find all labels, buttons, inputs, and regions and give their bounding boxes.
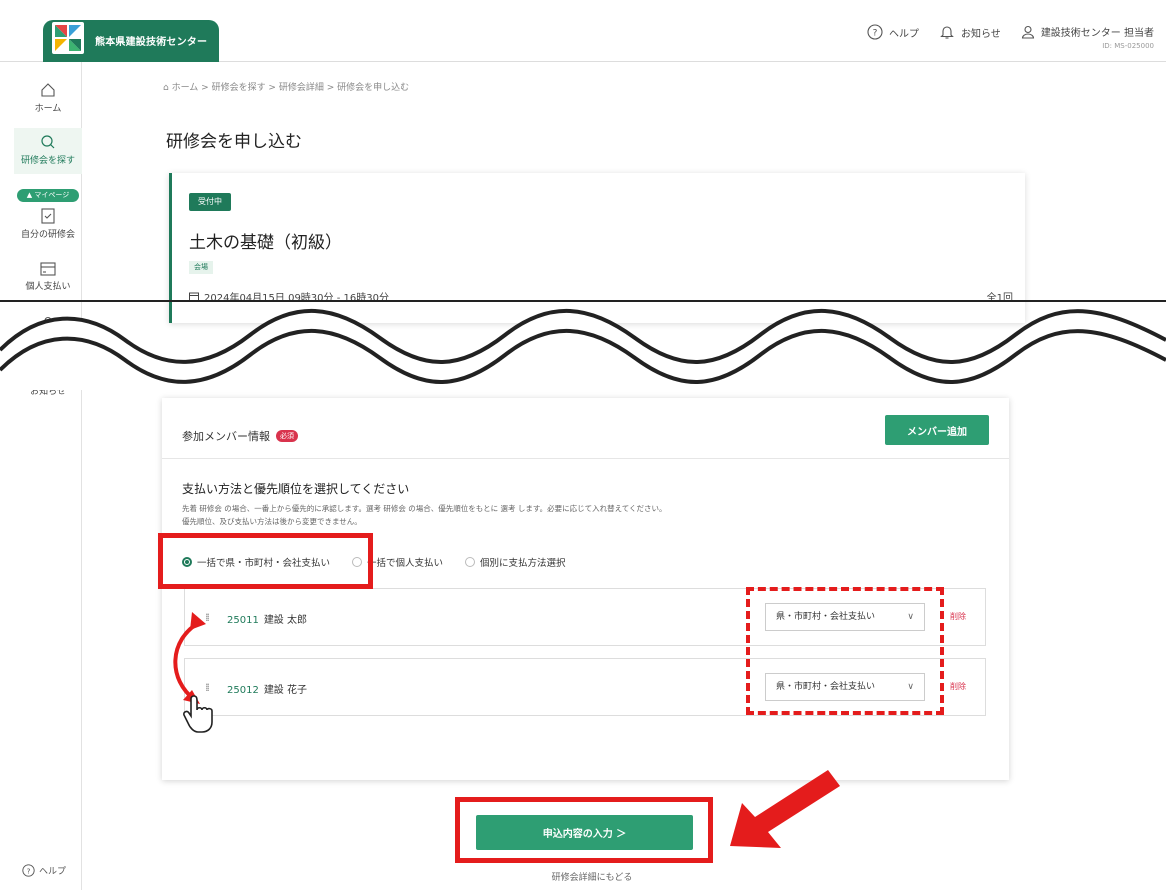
sidebar-item-search[interactable]: 研修会を探す xyxy=(14,128,82,174)
notifications-label: お知らせ xyxy=(961,28,1001,40)
header-actions: ? ヘルプ お知らせ 建設技術センター 担当者 ID: MS-025000 xyxy=(867,24,1154,50)
back-to-detail-link[interactable]: 研修会詳細にもどる xyxy=(0,870,1166,883)
mypage-toggle[interactable]: ▲ マイページ xyxy=(17,189,79,202)
page-break-wave xyxy=(0,300,1166,390)
card-icon xyxy=(40,262,56,276)
home-icon: ⌂ xyxy=(163,83,172,93)
payment-description-line-1: 先着 研修会 の場合、一番上から優先的に承認します。選考 研修会 の場合、優先順… xyxy=(182,504,667,513)
sidebar-label-home: ホーム xyxy=(34,104,62,114)
page-title: 研修会を申し込む xyxy=(166,132,302,152)
divider xyxy=(162,458,1009,459)
delete-link[interactable]: 削除 xyxy=(950,681,966,692)
member-name: 25012 建設 花子 xyxy=(227,681,307,696)
sidebar-label-personal-payment: 個人支払い xyxy=(25,282,71,292)
radio-label: 一括で個人支払い xyxy=(367,558,444,569)
drag-handle-icon[interactable]: ⁞⁞ xyxy=(205,681,210,694)
venue-tag: 会場 xyxy=(189,261,213,274)
help-icon: ? xyxy=(867,24,883,40)
member-id[interactable]: 25012 xyxy=(227,685,259,696)
user-name: 建設技術センター 担当者 xyxy=(1040,28,1154,39)
payment-description-line-2: 優先順位、及び支払い方法は後から変更できません。 xyxy=(182,517,362,526)
payment-heading: 支払い方法と優先順位を選択してください xyxy=(182,482,410,496)
sidebar-item-home[interactable]: ホーム xyxy=(14,82,82,124)
members-title: 参加メンバー情報 必須 xyxy=(182,428,298,444)
required-badge: 必須 xyxy=(276,430,298,442)
search-icon xyxy=(41,135,55,149)
top-header: 熊本県建設技術センター ? ヘルプ お知らせ 建設技術センター 担当者 ID: … xyxy=(0,0,1166,62)
bell-icon xyxy=(940,26,954,39)
add-member-button[interactable]: メンバー追加 xyxy=(885,415,989,445)
annotation-highlight-radio xyxy=(158,533,373,589)
annotation-highlight-payment-selects xyxy=(746,587,944,715)
drag-handle-icon[interactable]: ⁞⁞ xyxy=(205,611,210,624)
annotation-highlight-submit xyxy=(455,797,713,863)
radio-individual[interactable]: 個別に支払方法選択 xyxy=(465,555,566,569)
brand-logo-icon[interactable] xyxy=(52,22,84,54)
members-title-text: 参加メンバー情報 xyxy=(182,430,270,443)
pointer-arrow-icon xyxy=(730,770,840,848)
breadcrumb-text: ホーム > 研修会を探す > 研修会詳細 > 研修会を申し込む xyxy=(171,83,410,93)
payment-description: 先着 研修会 の場合、一番上から優先的に承認します。選考 研修会 の場合、優先順… xyxy=(182,502,902,528)
member-id[interactable]: 25011 xyxy=(227,615,259,626)
breadcrumb[interactable]: ⌂ ホーム > 研修会を探す > 研修会詳細 > 研修会を申し込む xyxy=(163,80,409,93)
member-name: 25011 建設 太郎 xyxy=(227,611,307,626)
brand-name[interactable]: 熊本県建設技術センター xyxy=(95,33,207,48)
sidebar-label-search: 研修会を探す xyxy=(20,156,75,166)
radio-dot xyxy=(465,557,476,567)
member-name-text: 建設 花子 xyxy=(263,685,307,696)
radio-label: 個別に支払方法選択 xyxy=(480,558,566,569)
delete-link[interactable]: 削除 xyxy=(950,611,966,622)
user-icon xyxy=(1021,25,1034,39)
member-name-text: 建設 太郎 xyxy=(263,615,307,626)
svg-text:?: ? xyxy=(873,29,878,39)
help-label: ヘルプ xyxy=(889,28,919,40)
user-id: ID: MS-025000 xyxy=(1102,42,1154,50)
notifications-link[interactable]: お知らせ xyxy=(939,24,1001,40)
clipboard-check-icon xyxy=(41,208,55,224)
sidebar-item-my-courses[interactable]: 自分の研修会 xyxy=(14,208,82,248)
status-badge: 受付中 xyxy=(189,193,231,211)
sidebar: ホーム 研修会を探す ▲ マイページ 自分の研修会 個人支払い お知らせ ? ヘ… xyxy=(14,62,82,890)
help-link[interactable]: ? ヘルプ xyxy=(867,24,919,40)
sidebar-item-personal-payment[interactable]: 個人支払い xyxy=(14,262,82,302)
course-title: 土木の基礎（初級） xyxy=(189,233,342,253)
user-menu[interactable]: 建設技術センター 担当者 ID: MS-025000 xyxy=(1021,24,1154,50)
sidebar-label-my-courses: 自分の研修会 xyxy=(20,230,75,240)
home-icon xyxy=(41,83,55,97)
